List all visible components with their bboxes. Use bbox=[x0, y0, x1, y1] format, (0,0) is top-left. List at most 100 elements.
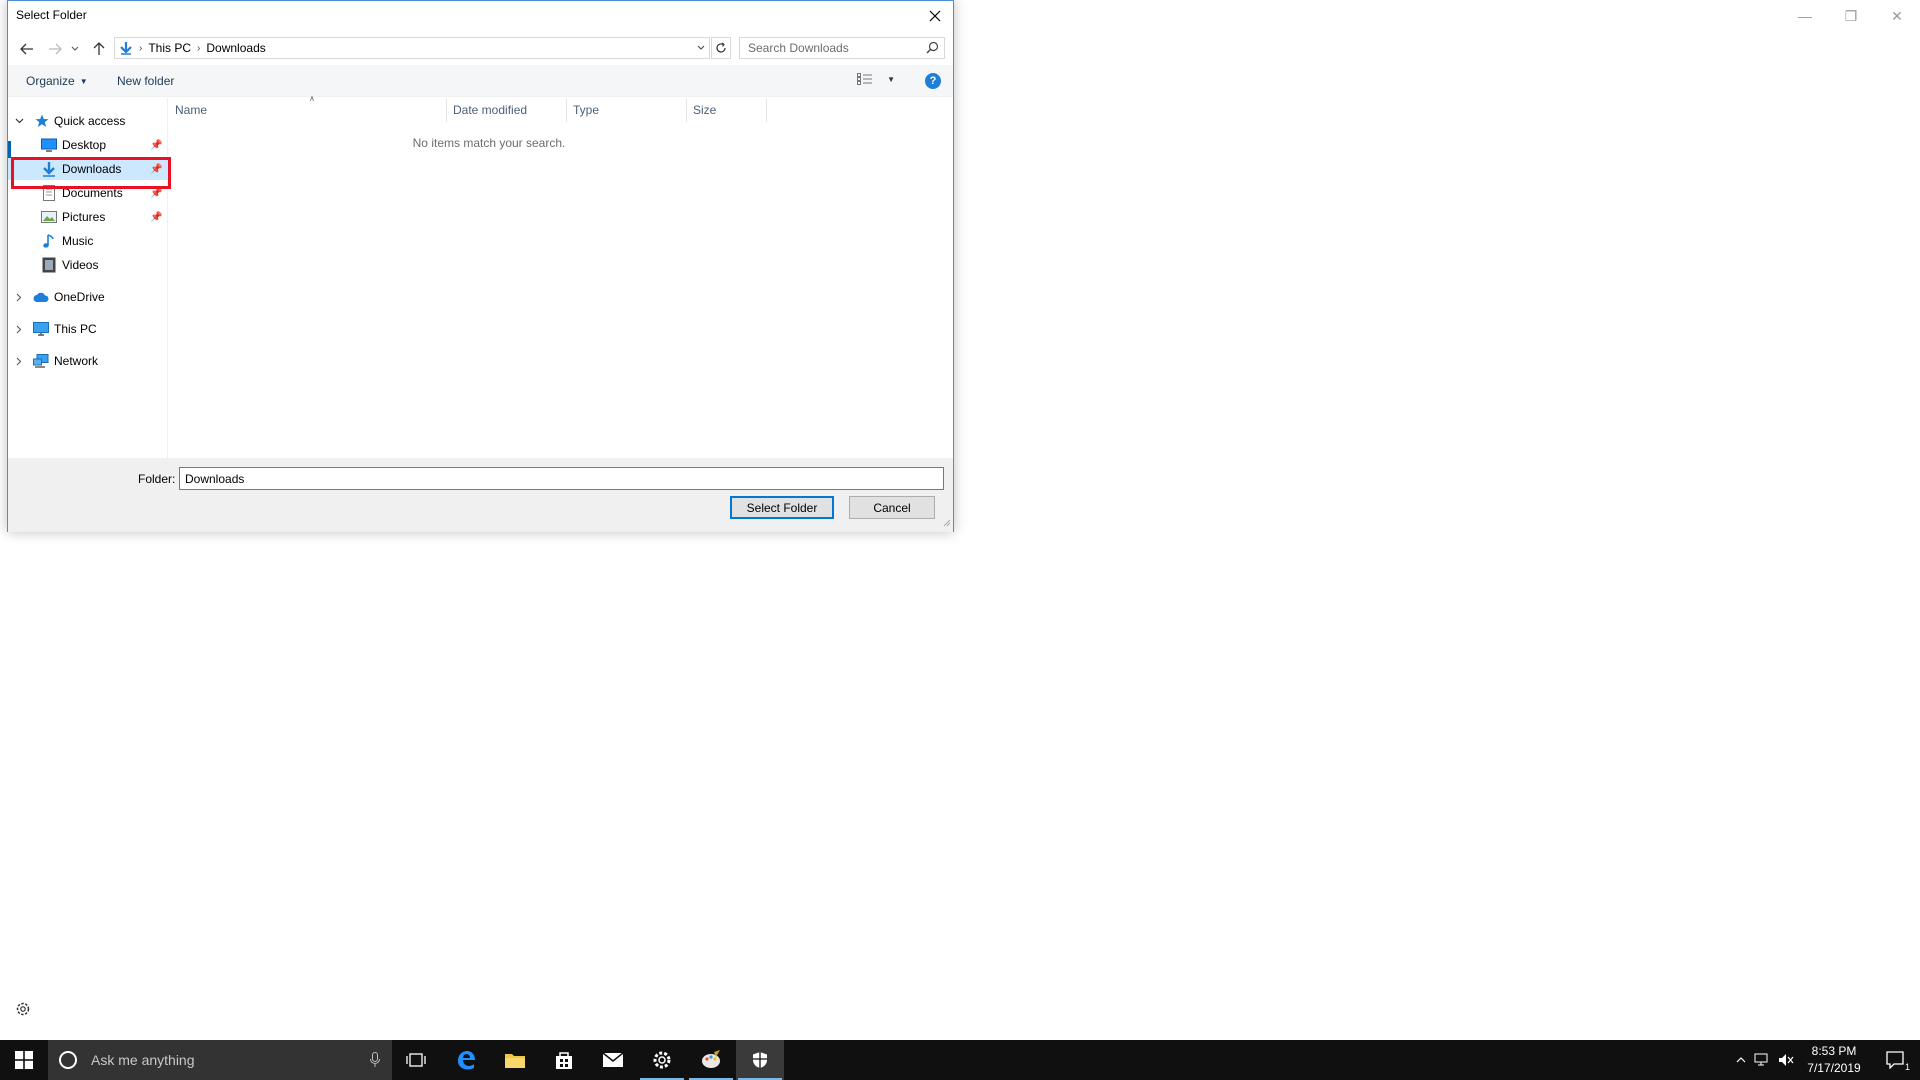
notification-icon bbox=[1886, 1051, 1904, 1069]
breadcrumb-downloads[interactable]: Downloads bbox=[206, 41, 265, 55]
search-icon[interactable] bbox=[926, 41, 939, 57]
tree-item-pictures[interactable]: Pictures 📌 bbox=[8, 206, 168, 228]
task-view-button[interactable] bbox=[392, 1040, 440, 1080]
breadcrumb-separator: › bbox=[139, 42, 143, 54]
minimize-icon[interactable]: — bbox=[1782, 0, 1828, 32]
tree-label: Pictures bbox=[62, 210, 106, 224]
address-bar[interactable]: › This PC › Downloads bbox=[114, 37, 710, 59]
cortana-search-box[interactable]: Ask me anything bbox=[48, 1040, 392, 1080]
organize-label: Organize bbox=[26, 74, 75, 88]
tree-label: OneDrive bbox=[54, 290, 105, 304]
taskbar-settings[interactable] bbox=[638, 1040, 686, 1080]
file-list[interactable]: ∧ Name Date modified Type Size No items … bbox=[169, 94, 953, 458]
taskbar-store[interactable] bbox=[540, 1040, 588, 1080]
task-view-icon bbox=[406, 1053, 426, 1067]
close-icon bbox=[929, 10, 941, 22]
refresh-button[interactable] bbox=[711, 37, 731, 59]
search-input[interactable] bbox=[746, 40, 916, 56]
tree-quick-access[interactable]: Quick access bbox=[8, 110, 168, 132]
chevron-right-icon[interactable] bbox=[14, 293, 24, 302]
caret-down-icon[interactable]: ▼ bbox=[887, 75, 895, 84]
select-folder-button[interactable]: Select Folder bbox=[730, 496, 834, 519]
address-dropdown-button[interactable] bbox=[693, 38, 709, 58]
tree-item-network[interactable]: Network bbox=[8, 350, 168, 372]
taskbar-paint[interactable] bbox=[687, 1040, 735, 1080]
dialog-title: Select Folder bbox=[16, 8, 87, 22]
gear-icon[interactable] bbox=[14, 1000, 32, 1018]
network-status-icon[interactable] bbox=[1750, 1053, 1774, 1067]
taskbar-edge[interactable] bbox=[442, 1040, 490, 1080]
forward-arrow-icon bbox=[49, 43, 62, 55]
new-folder-button[interactable]: New folder bbox=[117, 65, 174, 97]
system-tray bbox=[1732, 1040, 1798, 1080]
tree-label: Quick access bbox=[54, 114, 126, 128]
column-header-date-modified[interactable]: Date modified bbox=[447, 98, 567, 122]
breadcrumb-separator: › bbox=[197, 42, 201, 54]
star-icon bbox=[34, 113, 50, 129]
edge-browser-icon bbox=[458, 1051, 475, 1070]
volume-muted-icon[interactable] bbox=[1774, 1053, 1798, 1067]
up-button[interactable] bbox=[88, 37, 110, 61]
breadcrumb-this-pc[interactable]: This PC bbox=[148, 41, 191, 55]
tree-label: Music bbox=[62, 234, 94, 248]
download-arrow-icon bbox=[119, 41, 133, 55]
chevron-right-icon[interactable] bbox=[14, 325, 24, 334]
action-center-button[interactable]: 1 bbox=[1872, 1040, 1920, 1080]
column-header-type[interactable]: Type bbox=[567, 98, 687, 122]
chevron-up-icon[interactable] bbox=[1732, 1057, 1750, 1063]
taskbar-clock[interactable]: 8:53 PM 7/17/2019 bbox=[1800, 1043, 1868, 1077]
tree-item-this-pc[interactable]: This PC bbox=[8, 318, 168, 340]
gear-icon bbox=[653, 1051, 671, 1069]
chevron-down-icon bbox=[697, 45, 705, 50]
empty-message: No items match your search. bbox=[412, 136, 566, 150]
back-arrow-icon bbox=[20, 43, 33, 55]
close-icon[interactable]: ✕ bbox=[1874, 0, 1920, 32]
store-bag-icon bbox=[556, 1052, 572, 1069]
taskbar-file-explorer[interactable] bbox=[491, 1040, 539, 1080]
windows-logo-icon bbox=[15, 1051, 33, 1069]
pin-icon[interactable]: 📌 bbox=[150, 140, 162, 151]
folder-name-input[interactable] bbox=[179, 467, 944, 490]
pin-icon[interactable]: 📌 bbox=[150, 212, 162, 223]
cancel-button[interactable]: Cancel bbox=[849, 496, 935, 519]
back-button[interactable] bbox=[16, 37, 38, 61]
pin-icon[interactable]: 📌 bbox=[150, 188, 162, 199]
taskbar: Ask me anything 8:53 PM 7/17/2019 1 bbox=[0, 1040, 1920, 1080]
chevron-down-icon bbox=[71, 46, 79, 51]
start-button[interactable] bbox=[0, 1040, 48, 1080]
chevron-down-icon[interactable] bbox=[14, 118, 24, 124]
dialog-close-button[interactable] bbox=[917, 1, 953, 31]
column-header-name[interactable]: Name bbox=[169, 98, 447, 122]
cortana-placeholder: Ask me anything bbox=[91, 1052, 195, 1068]
microphone-icon[interactable] bbox=[370, 1052, 380, 1071]
tree-item-videos[interactable]: Videos bbox=[8, 254, 168, 276]
forward-button[interactable] bbox=[44, 37, 66, 61]
navigation-row: › This PC › Downloads bbox=[8, 37, 953, 61]
highlight-annotation-box bbox=[11, 157, 171, 189]
taskbar-security[interactable] bbox=[736, 1040, 784, 1080]
mail-envelope-icon bbox=[602, 1052, 624, 1067]
restore-icon[interactable]: ❐ bbox=[1828, 0, 1874, 32]
tree-item-desktop[interactable]: Desktop 📌 bbox=[8, 134, 168, 156]
organize-menu[interactable]: Organize ▼ bbox=[26, 65, 88, 97]
help-button[interactable]: ? bbox=[925, 73, 941, 89]
tree-item-onedrive[interactable]: OneDrive bbox=[8, 286, 168, 308]
clock-time: 8:53 PM bbox=[1811, 1044, 1857, 1058]
chevron-right-icon[interactable] bbox=[14, 357, 24, 366]
taskbar-mail[interactable] bbox=[589, 1040, 637, 1080]
folder-icon bbox=[505, 1054, 525, 1068]
dialog-footer: Folder: Select Folder Cancel bbox=[8, 458, 953, 532]
network-icon bbox=[33, 353, 49, 369]
shield-icon bbox=[753, 1052, 767, 1068]
change-view-button[interactable]: ▼ bbox=[857, 73, 895, 85]
resize-grip-icon[interactable] bbox=[941, 516, 951, 530]
search-box[interactable] bbox=[739, 37, 945, 59]
new-folder-label: New folder bbox=[117, 74, 175, 88]
tree-label: Desktop bbox=[62, 138, 107, 152]
column-header-size[interactable]: Size bbox=[687, 98, 767, 122]
select-folder-dialog: Select Folder › This PC › Downloads Sear… bbox=[7, 0, 954, 532]
tree-item-music[interactable]: Music bbox=[8, 230, 168, 252]
clock-date: 7/17/2019 bbox=[1807, 1061, 1861, 1075]
desktop-icon bbox=[41, 137, 57, 153]
recent-locations-button[interactable] bbox=[68, 37, 82, 61]
